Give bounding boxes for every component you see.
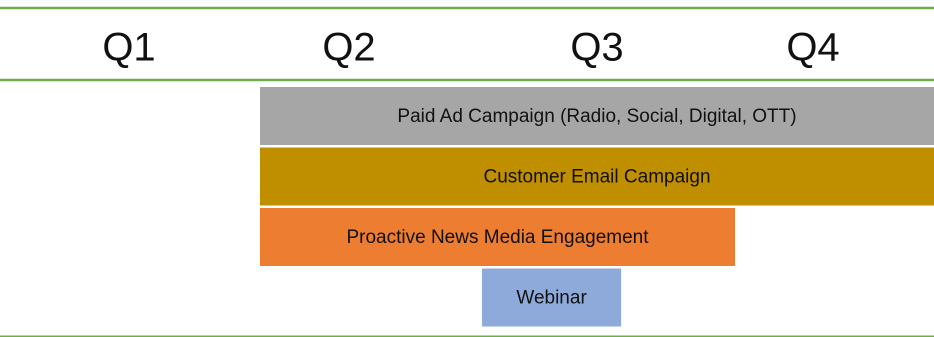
campaign-bar-label: Proactive News Media Engagement [346, 227, 649, 248]
campaign-bar-label: Webinar [516, 288, 587, 309]
campaign-bar-label: Paid Ad Campaign (Radio, Social, Digital… [397, 106, 796, 127]
campaign-bar-label: Customer Email Campaign [483, 167, 710, 188]
campaign-bar-group: Paid Ad Campaign (Radio, Social, Digital… [260, 87, 934, 145]
quarter-labels: Q1 Q2 Q3 Q4 [102, 26, 839, 70]
campaign-bars: Paid Ad Campaign (Radio, Social, Digital… [260, 87, 934, 327]
quarter-label-q3: Q3 [570, 26, 623, 70]
quarter-label-q4: Q4 [786, 26, 839, 70]
quarter-label-q1: Q1 [102, 26, 155, 70]
campaign-timeline-chart: Q1 Q2 Q3 Q4 Paid Ad Campaign (Radio, Social… [0, 6, 934, 337]
quarter-label-q2: Q2 [322, 26, 375, 70]
campaign-bar-group: Customer Email Campaign [260, 147, 934, 206]
campaign-bar-group: Proactive News Media Engagement [260, 208, 735, 266]
campaign-bar-group: Webinar [482, 268, 622, 327]
